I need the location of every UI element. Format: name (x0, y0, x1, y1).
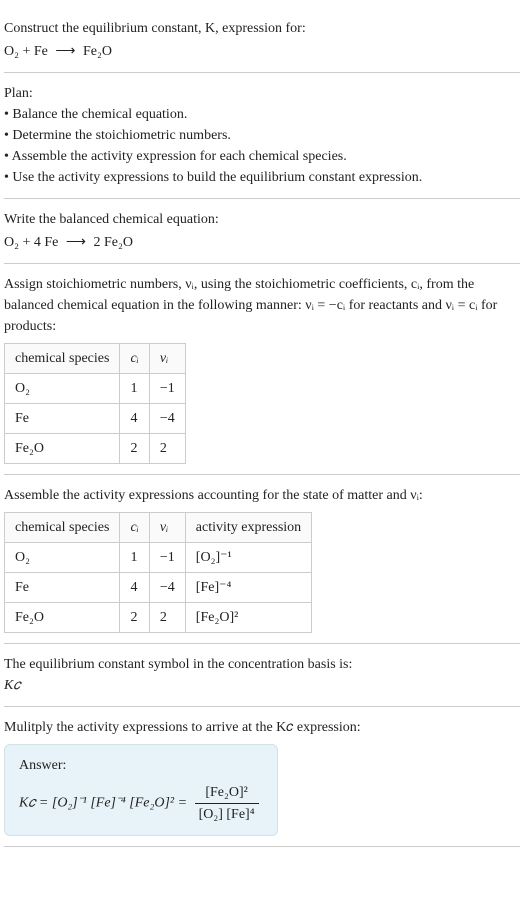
eq-left: O₂ + 4 Fe (4, 235, 58, 250)
stoich-intro: Assign stoichiometric numbers, νᵢ, using… (4, 274, 520, 337)
cell-nui: −4 (149, 404, 185, 434)
cell-species: Fe (5, 573, 120, 603)
stoich-table: chemical species cᵢ νᵢ O₂ 1 −1 Fe 4 −4 F… (4, 343, 186, 464)
cell-activity: [O₂]⁻¹ (185, 543, 311, 573)
cell-nui: 2 (149, 603, 185, 633)
cell-species: Fe (5, 404, 120, 434)
section-kc-symbol: The equilibrium constant symbol in the c… (4, 644, 520, 707)
cell-ci: 1 (120, 374, 149, 404)
cell-ci: 1 (120, 543, 149, 573)
col-ci: cᵢ (120, 344, 149, 374)
plan-bullet-4: • Use the activity expressions to build … (4, 167, 520, 188)
prompt-line: Construct the equilibrium constant, K, e… (4, 18, 520, 39)
cell-species: Fe₂O (5, 434, 120, 464)
col-species: chemical species (5, 344, 120, 374)
section-activity: Assemble the activity expressions accoun… (4, 475, 520, 644)
cell-activity: [Fe₂O]² (185, 603, 311, 633)
fraction-denominator: [O₂] [Fe]⁴ (195, 804, 259, 825)
kc-symbol: K𝑐 (4, 675, 520, 696)
eq-left: O₂ + Fe (4, 44, 48, 59)
cell-species: O₂ (5, 374, 120, 404)
section-result: Mulitply the activity expressions to arr… (4, 707, 520, 847)
col-activity: activity expression (185, 513, 311, 543)
section-balanced: Write the balanced chemical equation: O₂… (4, 199, 520, 264)
table-row: Fe 4 −4 [Fe]⁻⁴ (5, 573, 312, 603)
plan-title: Plan: (4, 83, 520, 104)
unbalanced-equation: O₂ + Fe ⟶ Fe₂O (4, 41, 520, 62)
table-row: Fe₂O 2 2 (5, 434, 186, 464)
table-row: O₂ 1 −1 (5, 374, 186, 404)
cell-ci: 2 (120, 603, 149, 633)
table-row: Fe 4 −4 (5, 404, 186, 434)
cell-nui: −1 (149, 543, 185, 573)
cell-species: Fe₂O (5, 603, 120, 633)
plan-bullet-3: • Assemble the activity expression for e… (4, 146, 520, 167)
col-ci: cᵢ (120, 513, 149, 543)
cell-ci: 4 (120, 404, 149, 434)
arrow-icon: ⟶ (66, 232, 86, 253)
answer-label: Answer: (19, 755, 263, 776)
arrow-icon: ⟶ (55, 41, 75, 62)
kc-intro: The equilibrium constant symbol in the c… (4, 654, 520, 675)
balanced-equation: O₂ + 4 Fe ⟶ 2 Fe₂O (4, 232, 520, 253)
result-intro: Mulitply the activity expressions to arr… (4, 717, 520, 738)
cell-ci: 4 (120, 573, 149, 603)
answer-box: Answer: K𝑐 = [O₂]⁻¹ [Fe]⁻⁴ [Fe₂O]² = [Fe… (4, 744, 278, 836)
activity-intro: Assemble the activity expressions accoun… (4, 485, 520, 506)
col-species: chemical species (5, 513, 120, 543)
col-nui: νᵢ (149, 344, 185, 374)
cell-ci: 2 (120, 434, 149, 464)
eq-right: 2 Fe₂O (93, 235, 133, 250)
cell-nui: −4 (149, 573, 185, 603)
plan-bullet-2: • Determine the stoichiometric numbers. (4, 125, 520, 146)
table-row: Fe₂O 2 2 [Fe₂O]² (5, 603, 312, 633)
section-stoich: Assign stoichiometric numbers, νᵢ, using… (4, 264, 520, 475)
fraction: [Fe₂O]² [O₂] [Fe]⁴ (195, 782, 259, 825)
cell-nui: 2 (149, 434, 185, 464)
section-prompt: Construct the equilibrium constant, K, e… (4, 8, 520, 73)
cell-species: O₂ (5, 543, 120, 573)
activity-table: chemical species cᵢ νᵢ activity expressi… (4, 512, 312, 633)
section-plan: Plan: • Balance the chemical equation. •… (4, 73, 520, 199)
col-nui: νᵢ (149, 513, 185, 543)
plan-bullet-1: • Balance the chemical equation. (4, 104, 520, 125)
fraction-numerator: [Fe₂O]² (195, 782, 259, 804)
cell-nui: −1 (149, 374, 185, 404)
balanced-intro: Write the balanced chemical equation: (4, 209, 520, 230)
eq-right: Fe₂O (83, 44, 112, 59)
kc-lhs: K𝑐 = [O₂]⁻¹ [Fe]⁻⁴ [Fe₂O]² = (19, 796, 187, 811)
table-row: O₂ 1 −1 [O₂]⁻¹ (5, 543, 312, 573)
kc-expression: K𝑐 = [O₂]⁻¹ [Fe]⁻⁴ [Fe₂O]² = [Fe₂O]² [O₂… (19, 782, 263, 825)
cell-activity: [Fe]⁻⁴ (185, 573, 311, 603)
